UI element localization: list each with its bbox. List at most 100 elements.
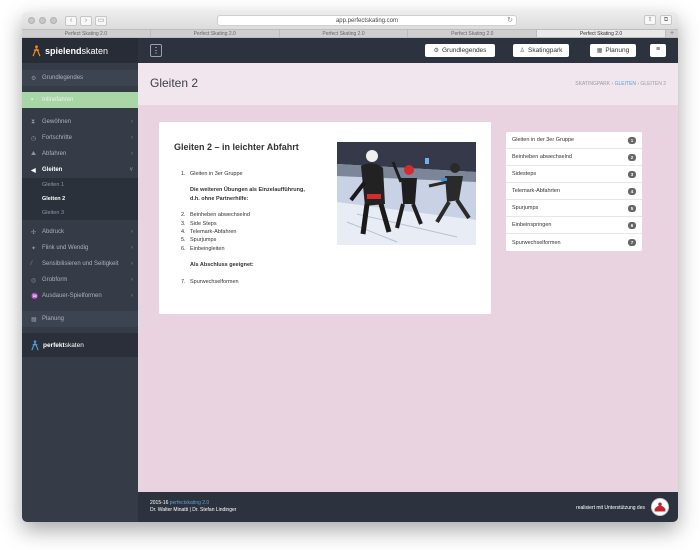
tabs-overview-icon[interactable]: ⧉ <box>660 15 672 25</box>
page-title: Gleiten 2 <box>150 76 199 90</box>
page-header: Gleiten 2 SKATINGPARK › GLEITEN › GLEITE… <box>138 63 678 105</box>
bicycle-icon: ⚙ <box>433 48 439 54</box>
close-window-button[interactable] <box>28 17 35 24</box>
sidebar-item-inlinefahren[interactable]: ▪ Inlinefahren <box>22 92 138 108</box>
footer-copyright: 2015-16 perfectskating 2.0 <box>150 500 210 506</box>
sidebar-subitem-gleiten-3[interactable]: Gleiten 3 <box>22 206 138 220</box>
breadcrumb: SKATINGPARK › GLEITEN › GLEITEN 2 <box>575 81 666 87</box>
exercise-photo <box>337 142 476 245</box>
footer-support-text: realisiert mit Unterstützung des <box>576 505 645 511</box>
count-badge: 1 <box>628 137 636 144</box>
forward-icon[interactable]: › <box>80 15 92 26</box>
skatingpark-label: Skatingpark <box>528 47 563 54</box>
url-bar[interactable]: app.perfectskating.com ↻ <box>217 15 517 26</box>
reload-icon[interactable]: ↻ <box>507 16 513 26</box>
chevron-right-icon: › <box>131 277 133 283</box>
wave-icon: ♒ <box>31 293 39 300</box>
sidebar-item-abdruck[interactable]: ✣ Abdruck › <box>22 224 138 240</box>
skater-icon <box>31 339 39 350</box>
list-item[interactable]: Telemark-Abfahrten 4 <box>506 183 642 200</box>
sidebar-item-label: Grundlegendes <box>42 75 84 81</box>
sidebar-subitem-gleiten-1[interactable]: Gleiten 1 <box>22 178 138 192</box>
breadcrumb-current: GLEITEN 2 <box>640 81 666 87</box>
exercise-nav-list: Gleiten in der 3er Gruppe 1 Beinheben abw… <box>506 132 642 251</box>
breadcrumb-gleiten[interactable]: GLEITEN <box>615 81 636 87</box>
skatingpark-button[interactable]: ♙ Skatingpark <box>513 44 569 57</box>
list-item: 4. Telemark-Abfahren <box>181 229 237 236</box>
exercise-list: 1. Gleiten in 3er Gruppe Die weiteren Übu… <box>181 170 305 286</box>
sidebar-toggle-icon[interactable]: ▭ <box>95 15 107 26</box>
breadcrumb-skatingpark[interactable]: SKATINGPARK <box>575 81 610 87</box>
list-item[interactable]: Spurjumps 5 <box>506 200 642 217</box>
calendar-icon: ▦ <box>596 48 603 54</box>
bicycle-icon: ⚙ <box>31 75 37 82</box>
chevron-right-icon: › <box>131 261 133 267</box>
planung-button[interactable]: ▦ Planung <box>590 44 636 57</box>
list-item[interactable]: Gleiten in der 3er Gruppe 1 <box>506 132 642 149</box>
target-icon: ◎ <box>31 277 37 284</box>
browser-tabs: Perfect Skating 2.0 Perfect Skating 2.0 … <box>22 29 678 38</box>
list-item[interactable]: Beinheben abwechselnd 2 <box>506 149 642 166</box>
minimize-window-button[interactable] <box>39 17 46 24</box>
chevron-right-icon: › <box>131 245 133 251</box>
browser-tab[interactable]: Perfect Skating 2.0 <box>151 30 280 37</box>
sidebar-item-label: Flink und Wendig <box>42 245 89 251</box>
sidebar-item-grundlegendes[interactable]: ⚙ Grundlegendes <box>22 70 138 86</box>
sidebar-item-ausdauer[interactable]: ♒ Ausdauer-Spielformen › <box>22 288 138 304</box>
calendar-icon: ▦ <box>31 316 37 323</box>
chevron-right-icon: › <box>131 151 133 157</box>
list-item[interactable]: Sidesteps 3 <box>506 166 642 183</box>
list-item: 5. Spurjumps <box>181 237 217 244</box>
list-item[interactable]: Einbeinspringen 6 <box>506 217 642 234</box>
sidebar-item-gewoehnen[interactable]: ⧗ Gewöhnen › <box>22 114 138 130</box>
sidebar-item-label: Abdruck <box>42 229 65 235</box>
sidebar-item-grobform[interactable]: ◎ Grobform › <box>22 272 138 288</box>
grundlegendes-label: Grundlegendes <box>441 47 487 54</box>
perfektskaten-link[interactable]: perfektskaten <box>22 333 138 357</box>
sidebar-item-label: Planung <box>42 316 65 322</box>
sidebar-item-flink-und-wendig[interactable]: ✦ Flink und Wendig › <box>22 240 138 256</box>
list-note: Die weiteren Übungen als Einzelaufführun… <box>190 187 305 194</box>
sidebar-item-planung[interactable]: ▦ Planung <box>22 311 138 327</box>
sidebar: ⚙ Grundlegendes ▪ Inlinefahren ⧗ Gewöhne… <box>22 63 138 522</box>
menu-button[interactable]: ⋮ <box>150 44 162 57</box>
browser-tab[interactable]: Perfect Skating 2.0 <box>22 30 151 37</box>
sidebar-item-label: Gewöhnen <box>42 119 72 125</box>
grundlegendes-button[interactable]: ⚙ Grundlegendes <box>425 44 495 57</box>
count-badge: 2 <box>628 154 636 161</box>
chevron-down-icon: ˅ <box>129 167 133 173</box>
maximize-window-button[interactable] <box>50 17 57 24</box>
list-item: 3. Side Steps <box>181 220 217 227</box>
browser-tab[interactable]: Perfect Skating 2.0 <box>408 30 538 37</box>
back-icon[interactable]: ‹ <box>65 15 77 26</box>
list-note: Als Abschluss geeignet: <box>190 262 254 269</box>
sidebar-item-label: Fortschritte <box>42 135 73 141</box>
list-item: 2. Beinheben abwechselnd <box>181 212 250 219</box>
brand-name: spielendskaten <box>45 45 109 56</box>
chevron-right-icon: › <box>131 119 133 125</box>
sidebar-item-abfahren[interactable]: ⛰ Abfahren › <box>22 146 138 162</box>
planung-label: Planung <box>605 47 630 54</box>
list-item[interactable]: Spurwechselformen 7 <box>506 234 642 251</box>
share-icon[interactable]: ⇧ <box>644 15 656 25</box>
sidebar-item-fortschritte[interactable]: ◷ Fortschritte › <box>22 130 138 146</box>
list-icon[interactable]: ≡ <box>650 44 666 57</box>
browser-tab[interactable]: Perfect Skating 2.0 <box>280 30 409 37</box>
hourglass-icon: ⧗ <box>31 118 36 125</box>
new-tab-button[interactable]: + <box>666 30 678 37</box>
sidebar-item-sensibilisieren[interactable]: ⁄ Sensibilisieren und Seitigkeit › <box>22 256 138 272</box>
sidebar-item-gleiten[interactable]: ◀ Gleiten ˅ <box>22 162 138 178</box>
flink-icon: ✦ <box>31 245 37 252</box>
pencil-icon: ⁄ <box>31 261 33 267</box>
mountain-icon: ⛰ <box>31 150 37 157</box>
brand-logo[interactable]: spielendskaten <box>22 38 138 63</box>
sidebar-subitem-gleiten-2[interactable]: Gleiten 2 <box>22 192 138 206</box>
sidebar-item-label: Ausdauer-Spielformen <box>42 293 102 299</box>
count-badge: 3 <box>628 171 636 178</box>
chevron-right-icon: › <box>131 135 133 141</box>
sidebar-submenu-gleiten: Gleiten 1 Gleiten 2 Gleiten 3 <box>22 178 138 220</box>
browser-tab-active[interactable]: Perfect Skating 2.0 <box>537 30 666 37</box>
browser-titlebar: ‹ › ▭ app.perfectskating.com ↻ ⇧ ⧉ <box>22 12 678 29</box>
skater-small-icon: ♙ <box>519 48 526 54</box>
sponsor-logo-icon[interactable] <box>651 498 669 516</box>
